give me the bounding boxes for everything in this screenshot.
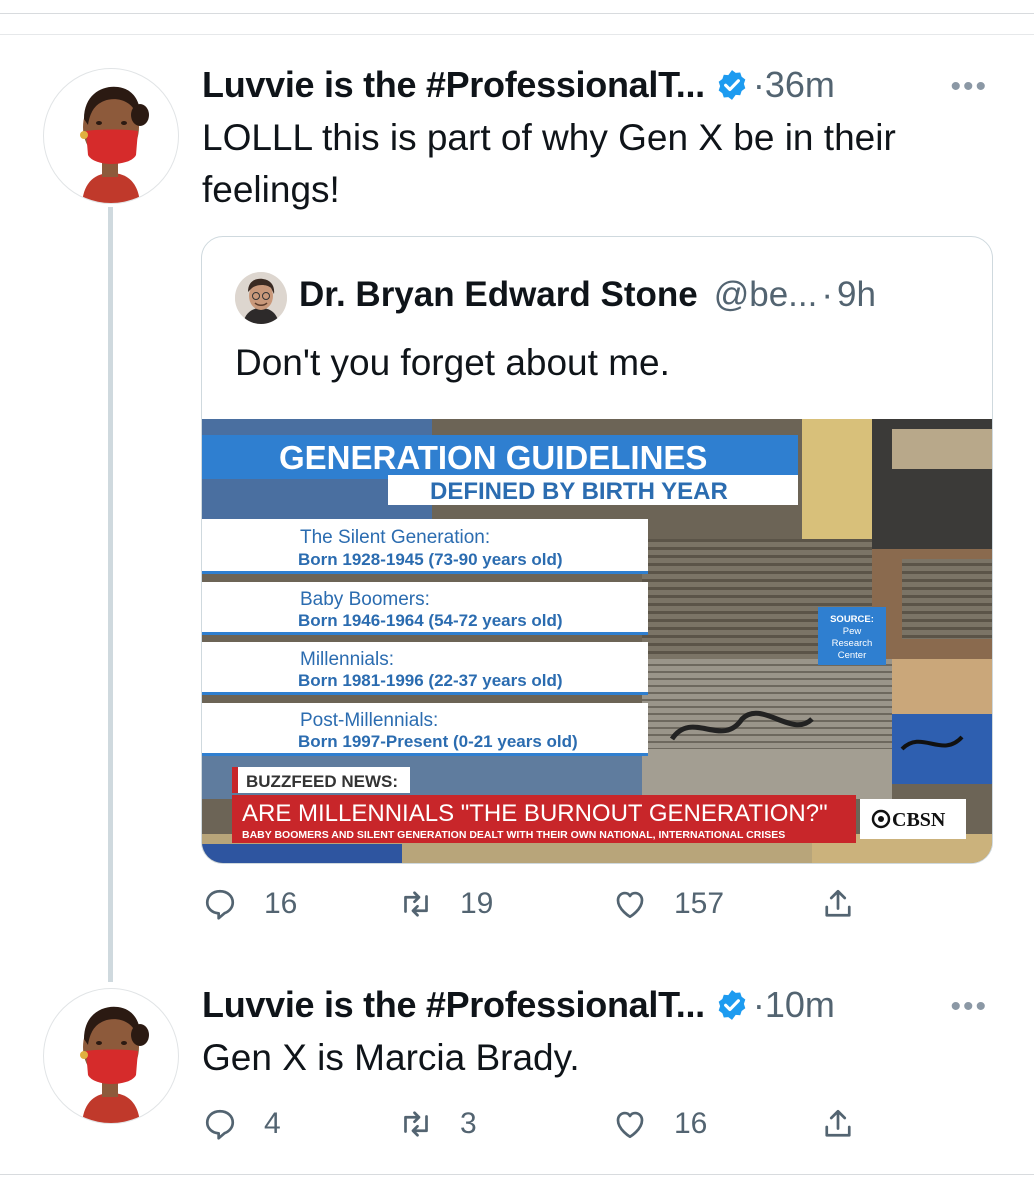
retweet-count: 3 bbox=[460, 1107, 477, 1140]
media-source-label: BUZZFEED NEWS: bbox=[246, 772, 398, 791]
reply-icon bbox=[205, 889, 235, 920]
svg-text:Millennials:: Millennials: bbox=[300, 649, 394, 670]
tweet-actions: 16 19 157 bbox=[202, 878, 902, 938]
masked-woman-avatar-icon bbox=[80, 1006, 149, 1123]
retweet-icon bbox=[404, 1111, 428, 1137]
media-subtitle: DEFINED BY BIRTH YEAR bbox=[430, 478, 728, 505]
media-network: CBSN bbox=[892, 809, 946, 831]
retweet-icon bbox=[404, 891, 428, 917]
generation-row: Millennials: Born 1981-1996 (22-37 years… bbox=[202, 642, 648, 695]
quote-header: Dr. Bryan Edward Stone @be... · 9h bbox=[299, 275, 876, 315]
tweet-header: Luvvie is the #ProfessionalT... · 10m bbox=[202, 980, 835, 1030]
reply-button[interactable]: 4 bbox=[202, 1106, 281, 1142]
reply-button[interactable]: 16 bbox=[202, 886, 297, 922]
reply-count: 16 bbox=[264, 887, 298, 920]
man-avatar-icon bbox=[235, 272, 287, 324]
media-headline: ARE MILLENNIALS "THE BURNOUT GENERATION?… bbox=[242, 800, 828, 827]
svg-text:SOURCE:: SOURCE: bbox=[830, 614, 874, 625]
timestamp[interactable]: 10m bbox=[765, 984, 835, 1026]
dot-separator: · bbox=[752, 64, 765, 105]
avatar[interactable] bbox=[43, 988, 179, 1124]
author-name[interactable]: Luvvie is the #ProfessionalT... bbox=[202, 64, 705, 106]
heart-icon bbox=[616, 891, 644, 919]
heart-icon bbox=[616, 1111, 644, 1139]
timestamp[interactable]: 36m bbox=[765, 64, 835, 106]
quote-timestamp: 9h bbox=[837, 275, 876, 314]
tweet-header: Luvvie is the #ProfessionalT... · 36m bbox=[202, 60, 835, 110]
tweet-text: Gen X is Marcia Brady. bbox=[202, 1037, 580, 1078]
svg-text:Center: Center bbox=[838, 650, 867, 661]
avatar[interactable] bbox=[43, 68, 179, 204]
like-button[interactable]: 16 bbox=[612, 1106, 707, 1142]
masked-woman-avatar-icon bbox=[80, 86, 149, 203]
share-icon bbox=[825, 1109, 851, 1137]
quote-media-image[interactable]: GENERATION GUIDELINES DEFINED BY BIRTH Y… bbox=[202, 419, 992, 863]
svg-text:Born 1997-Present (0-21 years: Born 1997-Present (0-21 years old) bbox=[298, 732, 578, 751]
quote-text: Don't you forget about me. bbox=[235, 342, 670, 383]
quote-handle: @be... bbox=[713, 275, 818, 314]
generation-row: The Silent Generation: Born 1928-1945 (7… bbox=[202, 519, 648, 574]
generation-row: Post-Millennials: Born 1997-Present (0-2… bbox=[202, 703, 648, 756]
dot-separator: · bbox=[752, 984, 765, 1025]
dot-separator: · bbox=[821, 275, 834, 314]
more-options-icon[interactable]: ••• bbox=[950, 990, 988, 1024]
like-count: 16 bbox=[674, 1107, 708, 1140]
media-subheadline: BABY BOOMERS AND SILENT GENERATION DEALT… bbox=[242, 829, 785, 841]
svg-text:Born 1981-1996 (22-37 years ol: Born 1981-1996 (22-37 years old) bbox=[298, 671, 563, 690]
author-name[interactable]: Luvvie is the #ProfessionalT... bbox=[202, 984, 705, 1026]
retweet-button[interactable]: 3 bbox=[398, 1106, 477, 1142]
svg-text:Baby Boomers:: Baby Boomers: bbox=[300, 589, 430, 610]
retweet-button[interactable]: 19 bbox=[398, 886, 493, 922]
generation-row: Baby Boomers: Born 1946-1964 (54-72 year… bbox=[202, 582, 648, 635]
reply-count: 4 bbox=[264, 1107, 281, 1140]
like-button[interactable]: 157 bbox=[612, 886, 724, 922]
top-divider bbox=[0, 13, 1034, 14]
svg-text:Pew: Pew bbox=[843, 626, 862, 637]
quote-avatar bbox=[235, 272, 287, 324]
source-box: SOURCE: Pew Research Center bbox=[818, 607, 886, 665]
retweet-count: 19 bbox=[460, 887, 494, 920]
quote-author-name: Dr. Bryan Edward Stone bbox=[299, 275, 698, 314]
quoted-tweet[interactable]: Dr. Bryan Edward Stone @be... · 9h Don't… bbox=[201, 236, 993, 864]
bottom-divider bbox=[0, 1174, 1034, 1175]
svg-text:Post-Millennials:: Post-Millennials: bbox=[300, 710, 438, 731]
svg-text:The Silent Generation:: The Silent Generation: bbox=[300, 527, 490, 548]
svg-text:Born 1946-1964 (54-72 years ol: Born 1946-1964 (54-72 years old) bbox=[298, 611, 563, 630]
thread-connector bbox=[108, 207, 113, 982]
verified-badge-icon bbox=[718, 70, 746, 100]
media-title: GENERATION GUIDELINES bbox=[279, 439, 707, 476]
share-button[interactable] bbox=[820, 886, 882, 922]
reply-icon bbox=[205, 1109, 235, 1140]
verified-badge-icon bbox=[718, 990, 746, 1020]
more-options-icon[interactable]: ••• bbox=[950, 70, 988, 104]
tweet-text: LOLLL this is part of why Gen X be in th… bbox=[202, 117, 896, 210]
share-icon bbox=[825, 889, 851, 917]
svg-text:Born 1928-1945 (73-90 years ol: Born 1928-1945 (73-90 years old) bbox=[298, 550, 563, 569]
tweet-actions: 4 3 16 bbox=[202, 1098, 902, 1158]
share-button[interactable] bbox=[820, 1106, 882, 1142]
svg-text:Research: Research bbox=[832, 638, 873, 649]
top-divider-2 bbox=[0, 34, 1034, 35]
like-count: 157 bbox=[674, 887, 725, 920]
